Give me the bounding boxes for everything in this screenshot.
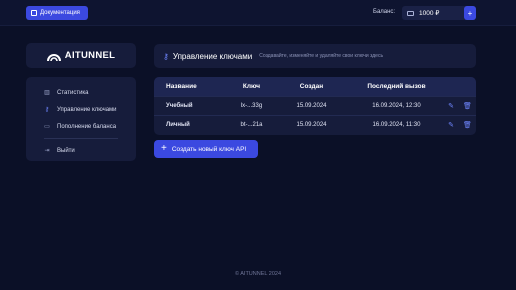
create-api-key-button[interactable]: + Создать новый ключ API — [154, 140, 258, 158]
documentation-label: Документация — [40, 10, 80, 16]
logo-text-ai: AI — [64, 50, 75, 61]
logout-icon: ⇥ — [44, 147, 50, 154]
page-subtitle: Создавайте, изменяйте и удаляйте свои кл… — [259, 53, 384, 59]
sidebar-item-keys[interactable]: ⚷ Управление ключами — [26, 101, 136, 118]
trash-icon[interactable]: 🗑 — [463, 121, 472, 129]
sidebar: ▥ Статистика ⚷ Управление ключами ▭ Попо… — [26, 77, 136, 161]
key-last-call: 16.09.2024, 11:30 — [372, 122, 421, 128]
card-icon: ▭ — [44, 123, 50, 130]
key-created: 15.09.2024 — [296, 103, 327, 109]
key-name: Личный — [166, 122, 190, 128]
row-actions: ✎ 🗑 — [444, 121, 476, 129]
sidebar-divider — [44, 138, 118, 139]
sidebar-item-label: Статистика — [57, 89, 89, 96]
sidebar-item-label: Управление ключами — [57, 106, 117, 113]
column-header-name: Название — [166, 83, 197, 90]
wallet-icon — [407, 10, 414, 16]
key-last-call: 16.09.2024, 12:30 — [372, 103, 421, 109]
chart-icon: ▥ — [44, 89, 50, 96]
document-icon — [31, 10, 37, 16]
footer-copyright: © AITUNNEL 2024 — [234, 271, 282, 277]
top-bar: Документация Баланс: 1000 ₽ + — [0, 0, 516, 26]
table-row: Личный bt-...21a 15.09.2024 16.09.2024, … — [154, 115, 476, 134]
sidebar-item-logout[interactable]: ⇥ Выйти — [26, 142, 136, 159]
key-icon: ⚷ — [44, 106, 50, 113]
page-header: ⚷ Управление ключами Создавайте, изменяй… — [154, 44, 476, 68]
keys-table: Название Ключ Создан Последний вызов Уче… — [154, 77, 476, 135]
logo-card[interactable]: AITUNNEL — [26, 43, 136, 68]
logo-text-rest: TUNNEL — [74, 50, 116, 61]
column-header-last-call: Последний вызов — [367, 83, 426, 90]
table-header: Название Ключ Создан Последний вызов — [154, 77, 476, 96]
row-actions: ✎ 🗑 — [444, 102, 476, 110]
plus-icon: + — [161, 143, 167, 154]
balance-label: Баланс: — [373, 9, 396, 15]
create-api-key-label: Создать новый ключ API — [171, 145, 247, 153]
column-header-created: Создан — [299, 83, 324, 90]
key-value: lx-...33g — [240, 103, 263, 109]
sidebar-item-statistics[interactable]: ▥ Статистика — [26, 84, 136, 101]
sidebar-item-label: Выйти — [57, 147, 75, 154]
documentation-button[interactable]: Документация — [26, 6, 88, 20]
page-title: Управление ключами — [172, 51, 253, 61]
trash-icon[interactable]: 🗑 — [463, 102, 472, 110]
column-header-key: Ключ — [242, 83, 261, 90]
balance-value: 1000 ₽ — [419, 10, 440, 17]
sidebar-item-top-up[interactable]: ▭ Пополнение баланса — [26, 118, 136, 135]
edit-icon[interactable]: ✎ — [448, 121, 454, 129]
add-balance-button[interactable]: + — [464, 6, 476, 20]
key-icon: ⚷ — [163, 51, 169, 61]
key-name: Учебный — [166, 103, 193, 109]
balance-display: 1000 ₽ + — [402, 6, 476, 20]
logo-text: AITUNNEL — [65, 50, 115, 61]
edit-icon[interactable]: ✎ — [448, 102, 454, 110]
table-row: Учебный lx-...33g 15.09.2024 16.09.2024,… — [154, 96, 476, 115]
key-created: 15.09.2024 — [296, 122, 327, 128]
tunnel-logo-icon — [46, 53, 61, 61]
sidebar-item-label: Пополнение баланса — [57, 123, 117, 130]
key-value: bt-...21a — [240, 122, 263, 128]
